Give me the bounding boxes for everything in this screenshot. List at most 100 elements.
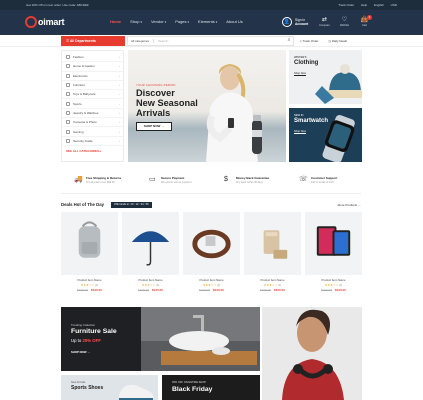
sports-shoes-banner[interactable]: New Arrivals Sports Shoes (61, 375, 158, 400)
sidebar-item-label: Security Guide (73, 138, 93, 143)
product-image[interactable] (61, 212, 118, 275)
hero-shop-now-button[interactable]: SHOP NOW → (136, 122, 172, 131)
nav-item-elements[interactable]: Elements▾ (198, 19, 217, 24)
sidebar-item-label: Electronics (73, 73, 88, 78)
product-name[interactable]: Product Item Name (305, 278, 362, 282)
search-category-select[interactable]: All categories (131, 39, 155, 43)
nav-item-vendor[interactable]: Vendor▾ (151, 19, 166, 24)
language-select[interactable]: English (374, 3, 384, 7)
wishlist-icon: ♡ (341, 17, 348, 23)
daily-deals-label: Daily Deals (331, 39, 347, 43)
chevron-right-icon: › (119, 55, 120, 60)
money-icon: $ (224, 175, 228, 183)
sidebar-item-sports[interactable]: Sports › (62, 99, 123, 109)
product-price: $199.00 $120.00 (122, 288, 179, 292)
old-price: $199.00 (260, 288, 271, 292)
cart-button[interactable]: 👜 Cart 0 (358, 15, 372, 27)
feature-strip: 🚚 Free Shipping & Returns For all orders o… (61, 166, 361, 194)
nav-item-shop[interactable]: Shop▾ (130, 19, 142, 24)
more-products-link[interactable]: More Products → (338, 203, 361, 207)
sidebar-item-gaming[interactable]: Gaming › (62, 127, 123, 137)
header-icon-label: Compare (319, 24, 330, 27)
feature-item: $ Money Back Guarantee Any back within 30 … (211, 166, 286, 193)
chevron-right-icon: › (119, 73, 120, 78)
sidebar-item-label: Gaming (73, 129, 84, 134)
smartwatch-banner[interactable]: NEW IN Smartwatch Shop Now (289, 108, 362, 162)
feature-title: Free Shipping & Returns (86, 175, 122, 180)
nav-item-label: Shop (130, 19, 140, 24)
see-all-categories-link[interactable]: SEE ALL CATEGORIES ▸ (62, 146, 123, 155)
search-input[interactable]: Search... (158, 39, 285, 43)
rating-stars: ★★★☆☆ (324, 283, 339, 287)
product-image[interactable] (244, 212, 301, 275)
account-link[interactable]: 👤 Sign in Account (282, 17, 308, 27)
product-image[interactable] (305, 212, 362, 275)
sale-price: $120.00 (335, 288, 346, 292)
all-departments-button[interactable]: ☰ All Departments (61, 36, 125, 46)
product-name[interactable]: Product Item Name (183, 278, 240, 282)
search-bar[interactable]: All categories Search... ⌕ (127, 36, 294, 46)
feature-item: 🚚 Free Shipping & Returns For all orders o… (61, 166, 136, 193)
furniture-shop-now-link[interactable]: SHOP NOW → (71, 350, 90, 354)
hero-banner[interactable]: YOUR CHOOSING PERIOD Discover New Season… (128, 50, 286, 162)
product-name[interactable]: Product Item Name (244, 278, 301, 282)
product-card[interactable]: Product Item Name ★★★☆☆ (3) $199.00 $120.00 (244, 212, 301, 302)
chevron-right-icon: › (119, 120, 120, 125)
product-image[interactable] (122, 212, 179, 275)
category-icon (66, 64, 70, 69)
product-price: $199.00 $120.00 (244, 288, 301, 292)
category-bar: ☰ All Departments All categories Search.… (0, 35, 423, 47)
feature-title: Money Back Guarantee (236, 175, 270, 180)
sidebar-item-security-guide[interactable]: Security Guide › (62, 137, 123, 146)
product-grid: Product Item Name ★★★☆☆ (3) $199.00 $120.00… (61, 212, 362, 302)
top-link-track[interactable]: Track Order (338, 3, 354, 7)
header-icon-label: Cart (362, 24, 367, 27)
wishlist-button[interactable]: ♡ Wishlist (338, 16, 351, 27)
top-link-help[interactable]: Help (361, 3, 367, 7)
sidebar-item-fashion[interactable]: Fashion › (62, 53, 123, 63)
product-name[interactable]: Product Item Name (122, 278, 179, 282)
product-image[interactable] (183, 212, 240, 275)
black-friday-banner[interactable]: 35% OFF ON ENTIRE SHOP Black Friday (162, 375, 260, 400)
sidebar-item-toys-babycare[interactable]: Toys & Babycare › (62, 90, 123, 100)
compare-button[interactable]: ⇄ Compare (318, 16, 331, 27)
track-order-link[interactable]: ⌖ Track Order (300, 39, 318, 43)
currency-select[interactable]: USD (391, 3, 397, 7)
smartwatch-image (322, 115, 355, 162)
furniture-eyebrow: Trending Collection (71, 323, 95, 327)
search-icon[interactable]: ⌕ (285, 37, 293, 45)
rating-stars: ★★★☆☆ (263, 283, 278, 287)
nav-item-label: Home (110, 19, 122, 24)
sidebar-item-label: Sports (73, 101, 82, 106)
clothing-banner[interactable]: WINTER'S Clothing Shop Now (289, 50, 362, 104)
hero-title-line2: New Seasonal (136, 98, 198, 108)
chevron-down-icon: ▾ (215, 20, 218, 24)
product-name[interactable]: Product Item Name (61, 278, 118, 282)
product-card[interactable]: Product Item Name ★★★☆☆ (3) $199.00 $120.00 (122, 212, 179, 302)
sidebar-item-jewelry-watches[interactable]: Jewelry & Watches › (62, 109, 123, 119)
category-icon (66, 83, 70, 88)
product-card[interactable]: Product Item Name ★★★☆☆ (3) $199.00 $120.00 (61, 212, 118, 302)
sidebar-item-home-garden[interactable]: Home & Garden › (62, 62, 123, 72)
product-price: $199.00 $120.00 (61, 288, 118, 292)
deals-title: Deals Hot of The Day (61, 202, 104, 207)
furniture-sale-banner[interactable]: Trending Collection Furniture Sale Up to… (61, 307, 260, 371)
product-card[interactable]: Product Item Name ★★★☆☆ (3) $199.00 $120.00 (305, 212, 362, 302)
rating-stars: ★★★☆☆ (80, 283, 95, 287)
category-icon (66, 101, 70, 106)
daily-deals-link[interactable]: ◷ Daily Deals (328, 39, 347, 43)
cardholder-image (263, 230, 288, 259)
logo[interactable]: oimart (25, 15, 65, 29)
logo-text: oimart (38, 17, 65, 27)
sidebar-item-furniture[interactable]: Furniture › (62, 81, 123, 91)
nav-item-home[interactable]: Home (110, 19, 121, 24)
sidebar-item-electronics[interactable]: Electronics › (62, 72, 123, 81)
chevron-right-icon: › (119, 138, 120, 143)
sidebar-item-cameras-photo[interactable]: Cameras & Photo › (62, 118, 123, 128)
nav-item-pages[interactable]: Pages▾ (175, 19, 189, 24)
nav-item-label: About Us (226, 19, 243, 24)
nav-item-about-us[interactable]: About Us (226, 19, 242, 24)
headphones-model-banner[interactable] (262, 307, 362, 400)
header-icons: ⇄ Compare ♡ Wishlist 👜 Cart 0 (318, 15, 372, 27)
product-card[interactable]: Product Item Name ★★★☆☆ (3) $199.00 $120.00 (183, 212, 240, 302)
